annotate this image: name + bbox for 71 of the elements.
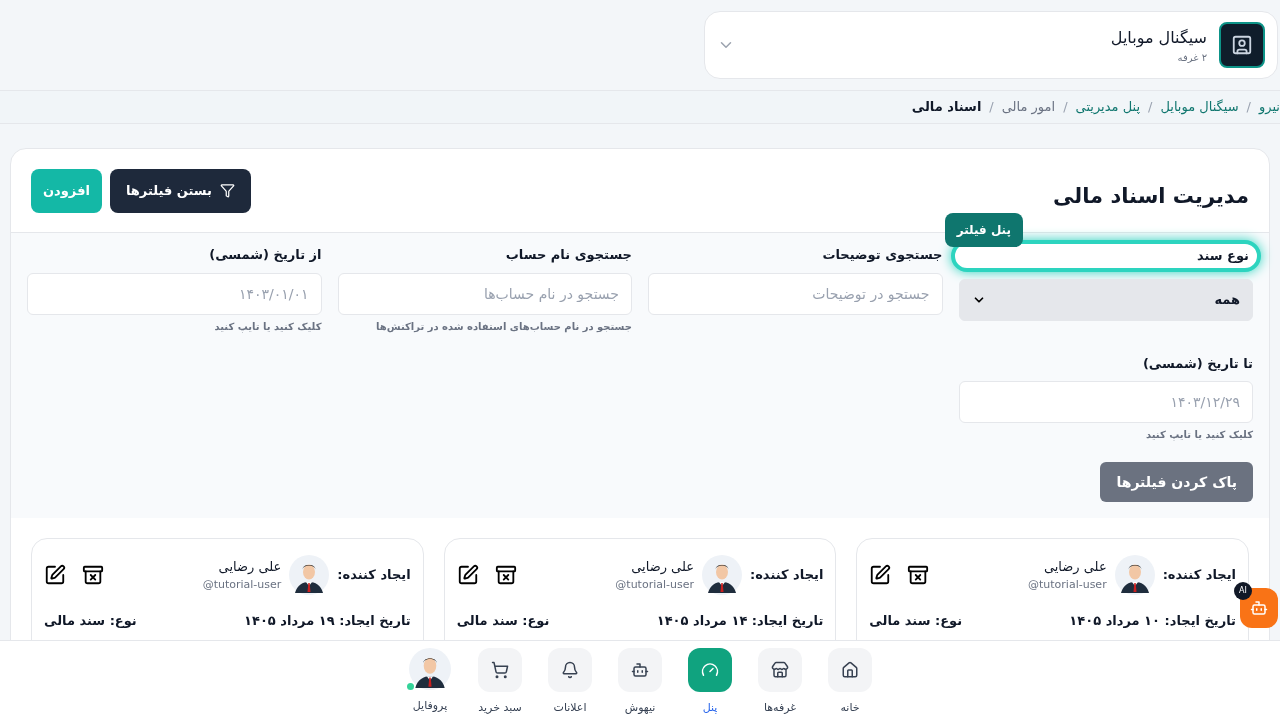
- filter-label: جستجوی نام حساب: [504, 246, 632, 265]
- type-select[interactable]: همه: [958, 278, 1253, 321]
- input-field[interactable]: ۱۴۰۳/۰۱/۰۱: [27, 272, 322, 315]
- field-hint: کلیک کنید یا تایپ کنید: [213, 319, 322, 334]
- cart-icon: [491, 661, 509, 679]
- field-hint: کلیک کنید یا تایپ کنید: [1144, 428, 1253, 442]
- avatar-silhouette: [409, 648, 451, 690]
- avatar-silhouette: [1114, 555, 1155, 595]
- created-date: تاریخ ایجاد: ۱۹ مرداد ۱۴۰۵: [244, 612, 411, 630]
- store-icon: [771, 661, 789, 679]
- creator-name: علی رضایی: [1042, 558, 1107, 576]
- created-date: تاریخ ایجاد: ۱۴ مرداد ۱۴۰۵: [656, 612, 824, 630]
- creator-handle: tutorial-user@: [201, 576, 282, 593]
- gauge-icon: [701, 661, 719, 679]
- home-icon: [841, 661, 859, 679]
- creator-label: ایجاد کننده:: [337, 566, 411, 585]
- breadcrumb-separator: /: [1246, 98, 1251, 117]
- store-name: سیگنال موبایل: [1109, 26, 1207, 50]
- document-type: نوع: سند مالی: [456, 612, 550, 630]
- breadcrumb-item[interactable]: پنل مدیریتی: [1075, 97, 1141, 117]
- edit-icon[interactable]: [44, 564, 66, 586]
- creator-label: ایجاد کننده:: [750, 566, 824, 585]
- tutorial-tooltip: پنل فیلتر: [944, 213, 1023, 247]
- breadcrumb-item[interactable]: سیگنال موبایل: [1160, 97, 1239, 117]
- clear-filters-button[interactable]: پاک کردن فیلترها: [1100, 462, 1253, 502]
- nav-item[interactable]: نیهوش: [614, 648, 666, 717]
- creator-name: علی رضایی: [217, 558, 282, 576]
- ai-assistant-button[interactable]: [1240, 588, 1278, 628]
- edit-icon[interactable]: [869, 564, 892, 586]
- input-field[interactable]: جستجو در توضیحات: [648, 272, 943, 315]
- robot-icon: [1250, 599, 1268, 617]
- edit-icon[interactable]: [456, 564, 479, 586]
- delete-icon[interactable]: [82, 564, 104, 586]
- avatar-silhouette: [702, 555, 742, 595]
- filter-label: تا تاریخ (شمسی): [1141, 354, 1253, 373]
- breadcrumb-separator: /: [1063, 98, 1068, 117]
- filter-label: از تاریخ (شمسی): [208, 246, 322, 264]
- input-field[interactable]: جستجو در نام حساب‌ها: [337, 272, 632, 315]
- document-type: نوع: سند مالی: [44, 612, 137, 630]
- document-type: نوع: سند مالی: [869, 612, 963, 630]
- nav-item[interactable]: پروفایل: [404, 648, 456, 715]
- creator-handle: tutorial-user@: [1027, 576, 1107, 593]
- avatar-silhouette: [289, 555, 330, 595]
- user-icon: [1231, 34, 1253, 56]
- nav-item[interactable]: سبد خرید: [474, 648, 526, 717]
- store-card[interactable]: سیگنال موبایل ۲ غرفه: [704, 11, 1278, 79]
- creator-name: علی رضایی: [630, 558, 694, 577]
- filter-label: نوع سند: [950, 240, 1261, 272]
- filter-icon: [219, 183, 235, 198]
- creator-handle: tutorial-user@: [614, 576, 694, 593]
- filter-label: جستجوی توضیحات: [821, 246, 943, 264]
- bell-icon: [561, 661, 579, 679]
- breadcrumb-item: اسناد مالی: [911, 98, 982, 117]
- input-field[interactable]: ۱۴۰۳/۱۲/۲۹: [958, 381, 1253, 423]
- nav-item[interactable]: غرفه‌ها: [754, 648, 806, 717]
- robot-icon: [631, 661, 649, 679]
- nav-item[interactable]: خانه: [824, 648, 876, 717]
- delete-icon[interactable]: [494, 564, 517, 586]
- breadcrumb-item: امور مالی: [1001, 98, 1056, 117]
- delete-icon[interactable]: [907, 564, 930, 586]
- field-hint: جستجو در نام حساب‌های استفاده شده در تراکنش‌ها: [375, 319, 632, 334]
- page-title: مدیریت اسناد مالی: [1053, 182, 1249, 210]
- breadcrumb-separator: /: [989, 98, 994, 117]
- creator-label: ایجاد کننده:: [1162, 566, 1236, 585]
- breadcrumb-item[interactable]: نیرو: [1259, 97, 1280, 117]
- nav-item[interactable]: پنل: [684, 648, 736, 717]
- store-subtitle: ۲ غرفه: [1176, 50, 1207, 65]
- close-filters-button[interactable]: بستن فیلترها: [109, 168, 251, 213]
- created-date: تاریخ ایجاد: ۱۰ مرداد ۱۴۰۵: [1069, 612, 1236, 630]
- breadcrumb-separator: /: [1148, 98, 1153, 117]
- nav-item[interactable]: اعلانات: [544, 648, 596, 717]
